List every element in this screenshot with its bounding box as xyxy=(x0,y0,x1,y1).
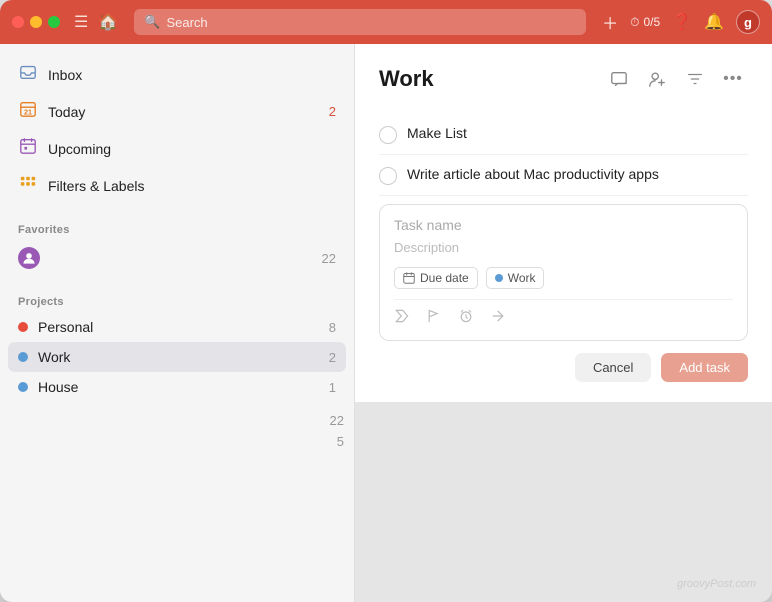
sidebar-item-personal[interactable]: Personal 8 xyxy=(8,312,346,342)
favorites-header: Favorites xyxy=(0,212,354,240)
label-icon[interactable] xyxy=(394,308,410,328)
search-placeholder: Search xyxy=(166,15,207,30)
form-icons xyxy=(394,299,733,328)
favorites-avatar xyxy=(18,247,40,269)
home-icon[interactable]: 🏠 xyxy=(98,12,118,32)
right-panel: Work xyxy=(355,44,772,402)
task-checkbox-2[interactable] xyxy=(379,167,397,185)
more-icon-btn[interactable]: ••• xyxy=(718,64,748,94)
sidebar-nav: Inbox 21 Today 2 xyxy=(0,56,354,204)
watermark: groovyPost.com xyxy=(677,578,756,590)
personal-label: Personal xyxy=(38,319,319,335)
add-icon[interactable]: ＋ xyxy=(602,10,618,34)
panel-title: Work xyxy=(379,66,596,92)
upcoming-icon xyxy=(18,137,38,160)
traffic-lights xyxy=(12,16,60,28)
form-actions: Cancel Add task xyxy=(379,353,748,382)
work-count: 2 xyxy=(329,350,336,365)
project-tag-dot xyxy=(495,274,503,282)
avatar[interactable]: g xyxy=(736,10,760,34)
favorites-section: 22 xyxy=(0,240,354,276)
project-tag-label: Work xyxy=(508,271,536,285)
projects-section: Personal 8 Work 2 House 1 xyxy=(0,312,354,402)
today-badge: 2 xyxy=(329,104,336,119)
sidebar-item-today-label: Today xyxy=(48,104,319,120)
menu-icon[interactable]: ☰ xyxy=(74,12,88,32)
house-label: House xyxy=(38,379,319,395)
project-tag[interactable]: Work xyxy=(486,267,545,289)
karma-icon: ⏱ xyxy=(630,15,639,30)
bell-icon[interactable]: 🔔 xyxy=(704,12,724,32)
favorites-count: 22 xyxy=(322,251,336,266)
work-label: Work xyxy=(38,349,319,365)
task-name-input[interactable] xyxy=(394,217,733,233)
svg-text:21: 21 xyxy=(24,107,32,116)
task-item-2: Write article about Mac productivity app… xyxy=(379,155,748,196)
house-count: 1 xyxy=(329,380,336,395)
alarm-icon[interactable] xyxy=(458,308,474,328)
flag-icon[interactable] xyxy=(426,308,442,328)
sidebar-item-inbox[interactable]: Inbox xyxy=(8,56,346,93)
title-bar: ☰ 🏠 🔍 Search ＋ ⏱ 0/5 ❓ 🔔 g xyxy=(0,0,772,44)
task-label-2: Write article about Mac productivity app… xyxy=(407,165,659,185)
panel-header: Work xyxy=(379,64,748,94)
sidebar-item-upcoming[interactable]: Upcoming xyxy=(8,130,346,167)
form-tags: Due date Work xyxy=(394,267,733,289)
sidebar-item-filters-label: Filters & Labels xyxy=(48,178,336,194)
projects-header: Projects xyxy=(0,284,354,312)
add-person-icon-btn[interactable] xyxy=(642,64,672,94)
sidebar-item-inbox-label: Inbox xyxy=(48,67,336,83)
task-item-1: Make List xyxy=(379,114,748,155)
work-dot xyxy=(18,352,28,362)
karma-badge[interactable]: ⏱ 0/5 xyxy=(630,15,660,30)
move-icon[interactable] xyxy=(490,308,506,328)
today-icon: 21 xyxy=(18,100,38,123)
task-checkbox-1[interactable] xyxy=(379,126,397,144)
search-bar[interactable]: 🔍 Search xyxy=(134,9,586,35)
sidebar-item-upcoming-label: Upcoming xyxy=(48,141,336,157)
panel-wrapper: Work xyxy=(355,44,772,602)
inbox-icon xyxy=(18,63,38,86)
add-task-form: Due date Work xyxy=(379,204,748,341)
cancel-button[interactable]: Cancel xyxy=(575,353,651,382)
add-task-button[interactable]: Add task xyxy=(661,353,748,382)
bottom-count-5: 5 xyxy=(0,431,354,452)
karma-value: 0/5 xyxy=(643,15,660,29)
sidebar-item-work[interactable]: Work 2 xyxy=(8,342,346,372)
due-date-tag[interactable]: Due date xyxy=(394,267,478,289)
sidebar-item-house[interactable]: House 1 xyxy=(8,372,346,402)
help-icon[interactable]: ❓ xyxy=(672,12,692,32)
close-button[interactable] xyxy=(12,16,24,28)
sidebar: Inbox 21 Today 2 xyxy=(0,44,355,602)
house-dot xyxy=(18,382,28,392)
main-content: Inbox 21 Today 2 xyxy=(0,44,772,602)
search-icon: 🔍 xyxy=(144,14,160,30)
minimize-button[interactable] xyxy=(30,16,42,28)
maximize-button[interactable] xyxy=(48,16,60,28)
bottom-count-22: 22 xyxy=(0,410,354,431)
filter-icon-btn[interactable] xyxy=(680,64,710,94)
comment-icon-btn[interactable] xyxy=(604,64,634,94)
title-bar-actions: ＋ ⏱ 0/5 ❓ 🔔 g xyxy=(602,10,760,34)
task-description-input[interactable] xyxy=(394,240,733,255)
personal-dot xyxy=(18,322,28,332)
personal-count: 8 xyxy=(329,320,336,335)
task-label-1: Make List xyxy=(407,124,467,144)
due-date-label: Due date xyxy=(420,271,469,285)
sidebar-item-filters[interactable]: Filters & Labels xyxy=(8,167,346,204)
favorites-avatar-item[interactable]: 22 xyxy=(8,240,346,276)
sidebar-item-today[interactable]: 21 Today 2 xyxy=(8,93,346,130)
filters-icon xyxy=(18,174,38,197)
